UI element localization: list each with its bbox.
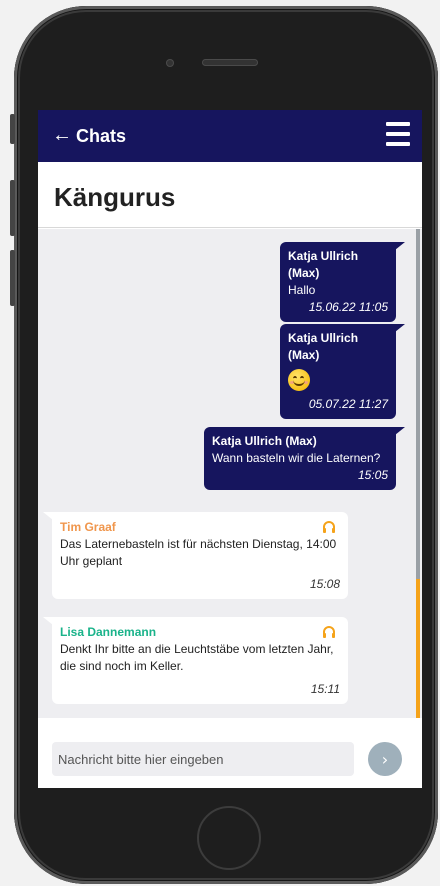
- send-button[interactable]: ›: [368, 742, 402, 776]
- message-bubble-outgoing[interactable]: Katja Ullrich (Max) Wann basteln wir die…: [204, 427, 405, 490]
- message-bubble-outgoing[interactable]: Katja Ullrich (Max) 05.07.22 11:27: [280, 324, 405, 419]
- scrollbar-thumb[interactable]: [416, 579, 420, 718]
- app-header: ← Chats: [38, 110, 422, 162]
- message-time: 15.06.22 11:05: [308, 300, 388, 314]
- chat-message-list[interactable]: Katja Ullrich (Max) Hallo 15.06.22 11:05…: [38, 229, 422, 718]
- back-arrow-icon[interactable]: ←: [52, 124, 72, 146]
- header-title[interactable]: Chats: [76, 125, 126, 147]
- hamburger-menu-icon[interactable]: [386, 122, 410, 148]
- volume-down-button: [10, 250, 15, 306]
- home-button[interactable]: [197, 806, 261, 870]
- message-text: Hallo: [288, 283, 316, 297]
- headset-icon[interactable]: [322, 520, 336, 535]
- conversation-title-bar: Kängurus: [38, 162, 422, 228]
- front-camera: [166, 59, 174, 67]
- message-text: Denkt Ihr bitte an die Leuchtstäbe vom l…: [60, 642, 334, 673]
- message-time: 15:05: [357, 468, 388, 482]
- message-text: Wann basteln wir die Laternen?: [212, 451, 381, 465]
- message-sender: Katja Ullrich (Max): [288, 249, 359, 280]
- smiling-face-icon: [288, 369, 310, 391]
- phone-screen: ← Chats Kängurus Katja Ullrich (Max) Hal…: [38, 110, 422, 788]
- scrollbar-track[interactable]: [416, 229, 420, 579]
- message-bubble-incoming[interactable]: Lisa Dannemann Denkt Ihr bitte an die Le…: [43, 617, 348, 704]
- message-sender: Katja Ullrich (Max): [288, 331, 359, 362]
- message-composer: ›: [38, 734, 422, 782]
- message-sender: Katja Ullrich (Max): [212, 434, 317, 448]
- device-stage: ← Chats Kängurus Katja Ullrich (Max) Hal…: [0, 0, 440, 886]
- message-time: 15:11: [310, 682, 340, 696]
- earpiece-speaker: [202, 59, 258, 66]
- mute-switch: [10, 114, 15, 144]
- message-time: 15:08: [309, 577, 340, 591]
- message-bubble-outgoing[interactable]: Katja Ullrich (Max) Hallo 15.06.22 11:05: [280, 242, 405, 322]
- chat-scrollbar[interactable]: [416, 229, 420, 718]
- message-sender: Tim Graaf: [60, 520, 116, 534]
- message-text: Das Laternebasteln ist für nächsten Dien…: [60, 537, 337, 568]
- page-title: Kängurus: [54, 182, 176, 212]
- message-sender: Lisa Dannemann: [60, 625, 157, 639]
- headset-icon[interactable]: [322, 625, 336, 640]
- message-time: 05.07.22 11:27: [308, 397, 388, 411]
- message-input[interactable]: [52, 742, 354, 776]
- volume-up-button: [10, 180, 15, 236]
- screen-bottom-edge: [38, 782, 422, 788]
- message-bubble-incoming[interactable]: Tim Graaf Das Laternebasteln ist für näc…: [43, 512, 348, 599]
